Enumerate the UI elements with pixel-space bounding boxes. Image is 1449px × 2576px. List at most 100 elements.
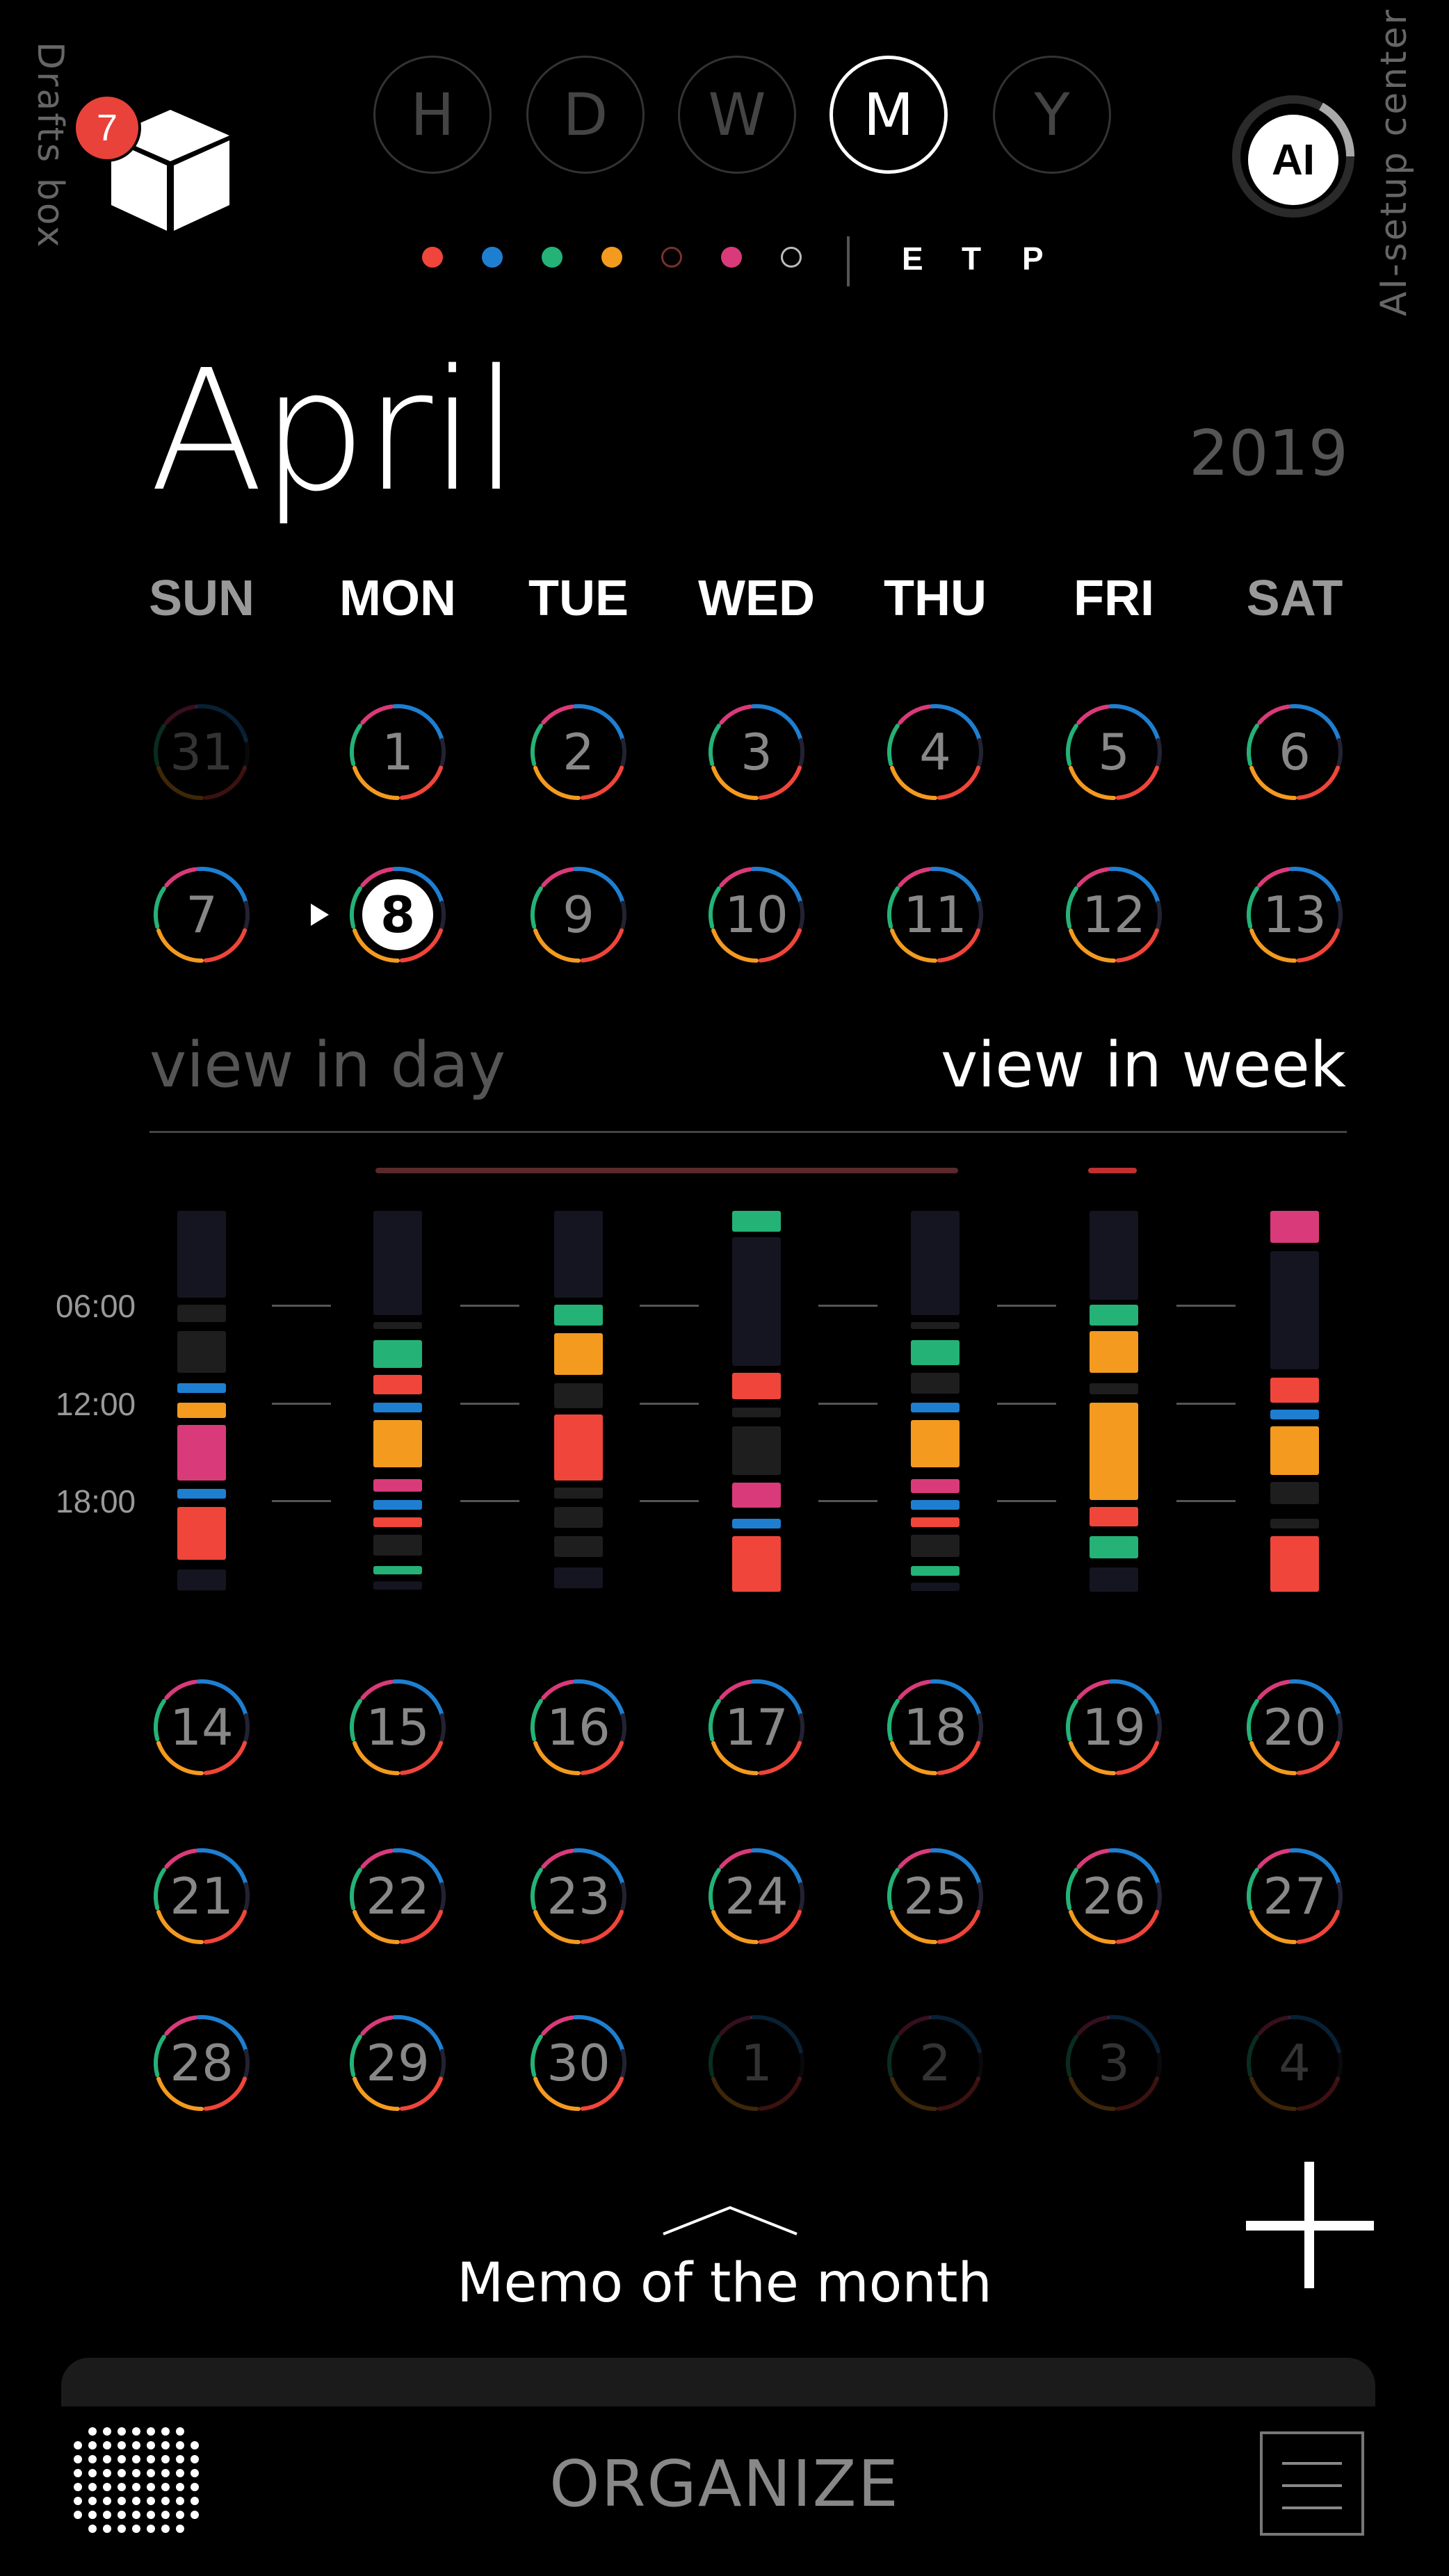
calendar-day[interactable]: 13 — [1242, 863, 1347, 967]
week-bar-segment[interactable] — [1270, 1426, 1319, 1475]
filter-dot-6[interactable] — [721, 247, 742, 268]
week-bar-segment[interactable] — [732, 1211, 781, 1232]
week-bar-segment[interactable] — [373, 1403, 422, 1412]
add-button[interactable] — [1238, 2155, 1384, 2294]
filter-dot-2[interactable] — [482, 247, 503, 268]
week-bar-segment[interactable] — [177, 1489, 226, 1499]
week-bar-segment[interactable] — [177, 1305, 226, 1322]
calendar-day[interactable]: 15 — [346, 1675, 450, 1779]
week-bar-segment[interactable] — [1090, 1507, 1138, 1526]
week-bar-segment[interactable] — [177, 1425, 226, 1481]
week-bar-segment[interactable] — [911, 1535, 960, 1557]
ai-button[interactable]: AI — [1231, 94, 1356, 219]
calendar-day[interactable]: 12 — [1062, 863, 1166, 967]
calendar-day[interactable]: 24 — [704, 1844, 809, 1948]
calendar-day[interactable]: 16 — [526, 1675, 631, 1779]
calendar-day[interactable]: 1 — [346, 700, 450, 804]
filter-dot-4[interactable] — [601, 247, 622, 268]
week-bar-segment[interactable] — [177, 1383, 226, 1393]
filter-p-toggle[interactable]: P — [1022, 240, 1044, 277]
chevron-up-icon[interactable] — [661, 2203, 800, 2238]
period-m-button[interactable]: M — [829, 56, 948, 174]
week-bar-segment[interactable] — [1270, 1519, 1319, 1529]
week-bar-segment[interactable] — [373, 1535, 422, 1556]
calendar-day[interactable]: 9 — [526, 863, 631, 967]
calendar-day[interactable]: 20 — [1242, 1675, 1347, 1779]
view-in-week-link[interactable]: view in week — [941, 1029, 1346, 1102]
calendar-day[interactable]: 18 — [883, 1675, 987, 1779]
calendar-day[interactable]: 7 — [149, 863, 254, 967]
week-bar-segment[interactable] — [554, 1415, 603, 1481]
week-bar-segment[interactable] — [911, 1479, 960, 1493]
week-bar-segment[interactable] — [911, 1583, 960, 1591]
view-in-day-link[interactable]: view in day — [149, 1029, 505, 1102]
menu-icon[interactable] — [1260, 2431, 1364, 2536]
drafts-box-label[interactable]: Drafts box — [29, 42, 71, 250]
calendar-day[interactable]: 2 — [526, 700, 631, 804]
filter-dot-1[interactable] — [422, 247, 443, 268]
week-bar-segment[interactable] — [911, 1420, 960, 1467]
filter-e-toggle[interactable]: E — [902, 240, 923, 277]
week-bar-segment[interactable] — [732, 1519, 781, 1529]
week-bar-segment[interactable] — [554, 1383, 603, 1408]
week-bar-segment[interactable] — [1090, 1383, 1138, 1394]
week-bar-segment[interactable] — [732, 1373, 781, 1399]
week-bar-segment[interactable] — [373, 1420, 422, 1467]
week-bar-segment[interactable] — [1090, 1305, 1138, 1326]
filter-dot-5[interactable] — [661, 247, 682, 268]
ai-setup-center-label[interactable]: AI-setup center — [1373, 8, 1415, 316]
week-bar-segment[interactable] — [373, 1581, 422, 1590]
calendar-day-today[interactable]: 8 — [346, 863, 450, 967]
calendar-day[interactable]: 25 — [883, 1844, 987, 1948]
filter-t-toggle[interactable]: T — [962, 240, 981, 277]
week-bar-segment[interactable] — [554, 1487, 603, 1499]
week-bar-segment[interactable] — [177, 1507, 226, 1560]
calendar-day[interactable]: 23 — [526, 1844, 631, 1948]
week-bar-segment[interactable] — [732, 1483, 781, 1508]
filter-dot-7[interactable] — [781, 247, 802, 268]
week-bar-segment[interactable] — [732, 1408, 781, 1417]
week-bar-segment[interactable] — [732, 1237, 781, 1366]
week-bar-segment[interactable] — [177, 1403, 226, 1418]
week-bar-segment[interactable] — [732, 1536, 781, 1592]
week-bar-segment[interactable] — [911, 1340, 960, 1365]
week-bar-segment[interactable] — [554, 1507, 603, 1528]
calendar-day[interactable]: 26 — [1062, 1844, 1166, 1948]
week-bar-segment[interactable] — [1090, 1403, 1138, 1500]
week-bar-segment[interactable] — [373, 1500, 422, 1510]
calendar-day[interactable]: 2 — [883, 2011, 987, 2115]
calendar-day[interactable]: 21 — [149, 1844, 254, 1948]
calendar-day[interactable]: 22 — [346, 1844, 450, 1948]
week-bar-segment[interactable] — [911, 1373, 960, 1394]
week-bar-segment[interactable] — [554, 1536, 603, 1557]
week-bar-segment[interactable] — [911, 1322, 960, 1329]
week-bar-segment[interactable] — [554, 1211, 603, 1298]
week-bar-segment[interactable] — [373, 1340, 422, 1368]
filter-dot-3[interactable] — [542, 247, 562, 268]
calendar-day[interactable]: 1 — [704, 2011, 809, 2115]
period-h-button[interactable]: H — [373, 56, 492, 174]
calendar-day[interactable]: 3 — [704, 700, 809, 804]
week-bar-segment[interactable] — [373, 1566, 422, 1574]
memo-of-the-month[interactable]: Memo of the month — [0, 2252, 1449, 2315]
calendar-day[interactable]: 28 — [149, 2011, 254, 2115]
calendar-day[interactable]: 6 — [1242, 700, 1347, 804]
week-bar-segment[interactable] — [554, 1567, 603, 1588]
calendar-day[interactable]: 3 — [1062, 2011, 1166, 2115]
period-w-button[interactable]: W — [678, 56, 796, 174]
week-bar-segment[interactable] — [1270, 1536, 1319, 1592]
calendar-day[interactable]: 29 — [346, 2011, 450, 2115]
calendar-day[interactable]: 10 — [704, 863, 809, 967]
calendar-day[interactable]: 5 — [1062, 700, 1166, 804]
week-bar-segment[interactable] — [732, 1426, 781, 1475]
period-d-button[interactable]: D — [526, 56, 645, 174]
week-bar-segment[interactable] — [1090, 1331, 1138, 1373]
organize-button[interactable]: ORGANIZE — [0, 2447, 1449, 2521]
week-bar-segment[interactable] — [177, 1570, 226, 1590]
calendar-day[interactable]: 31 — [149, 700, 254, 804]
calendar-day[interactable]: 14 — [149, 1675, 254, 1779]
calendar-day[interactable]: 4 — [883, 700, 987, 804]
week-bar-segment[interactable] — [1090, 1536, 1138, 1558]
week-bar-segment[interactable] — [373, 1375, 422, 1394]
week-bar-segment[interactable] — [911, 1517, 960, 1527]
